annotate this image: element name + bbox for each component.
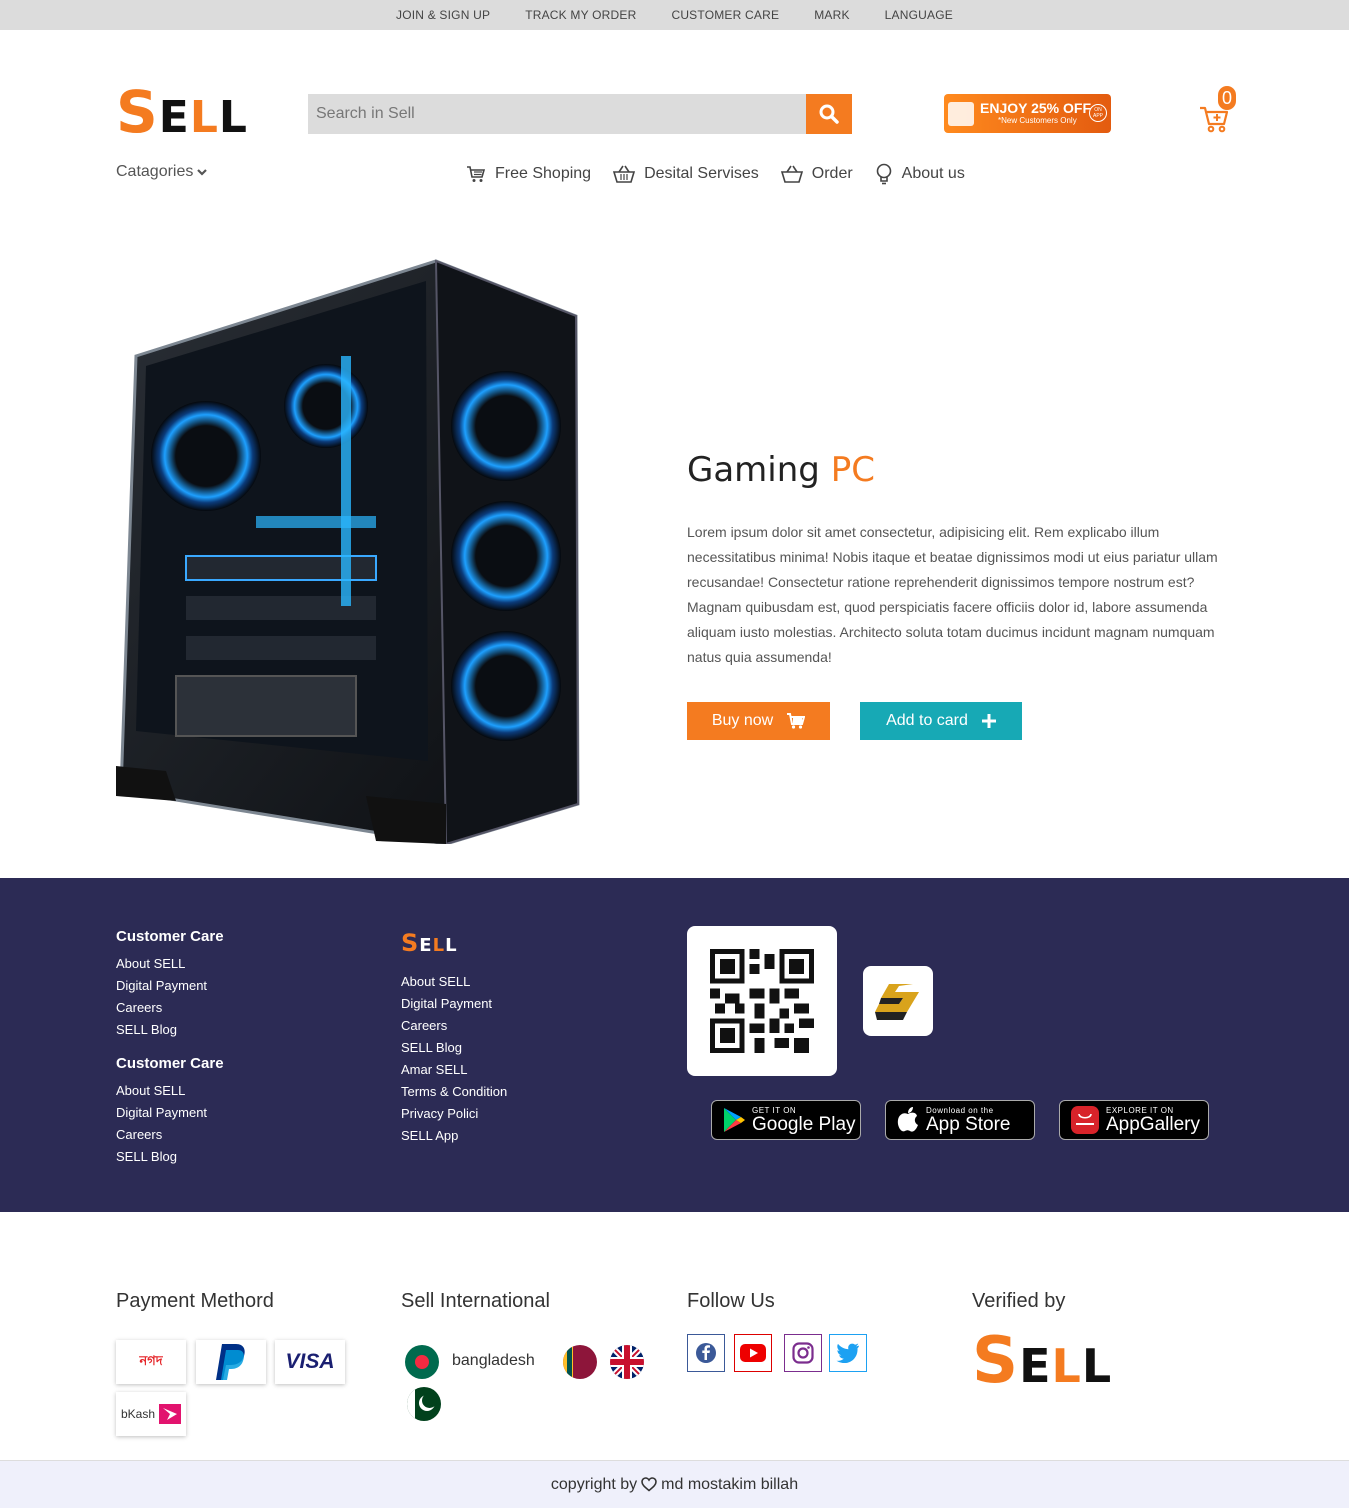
promo-banner[interactable]: ENJOY 25% OFF *New Customers Only ON APP bbox=[944, 94, 1111, 133]
apple-icon bbox=[897, 1107, 918, 1132]
copyright-author: md mostakim billah bbox=[661, 1475, 799, 1493]
footer-col-customer-care: Customer Care About SELL Digital Payment… bbox=[116, 928, 224, 1168]
footer-link[interactable]: Careers bbox=[116, 997, 224, 1019]
chevron-down-icon bbox=[197, 169, 208, 176]
sell-app-icon[interactable] bbox=[863, 966, 933, 1036]
visa-logo: VISA bbox=[275, 1340, 345, 1384]
search-icon bbox=[819, 104, 839, 124]
cart-button[interactable]: 0 bbox=[1198, 86, 1238, 134]
categories-label: Catagories bbox=[116, 163, 194, 180]
footer-heading: Customer Care bbox=[116, 928, 224, 945]
verified-logo: SELL bbox=[972, 1324, 1113, 1398]
footer-link[interactable]: Digital Payment bbox=[116, 1102, 224, 1124]
facebook-icon bbox=[696, 1343, 716, 1363]
qr-code bbox=[687, 926, 837, 1076]
youtube-icon bbox=[740, 1344, 766, 1362]
product-description: Lorem ipsum dolor sit amet consectetur, … bbox=[687, 524, 1218, 665]
join-signup-link[interactable]: JOIN & SIGN UP bbox=[396, 8, 490, 22]
instagram-button[interactable] bbox=[784, 1334, 822, 1372]
footer-link[interactable]: SELL Blog bbox=[116, 1146, 224, 1168]
follow-us: Follow Us bbox=[687, 1290, 775, 1331]
footer: Customer Care About SELL Digital Payment… bbox=[0, 878, 1349, 1212]
footer-link[interactable]: About SELL bbox=[116, 953, 224, 975]
footer-link[interactable]: Amar SELL bbox=[401, 1059, 507, 1081]
footer-link[interactable]: SELL App bbox=[401, 1125, 507, 1147]
product-section: Gaming PC Lorem ipsum dolor sit amet con… bbox=[0, 180, 1349, 878]
site-logo[interactable]: SELL bbox=[116, 82, 248, 148]
s-logo-icon bbox=[875, 984, 919, 1020]
track-order-link[interactable]: TRACK MY ORDER bbox=[525, 8, 636, 22]
international-heading: Sell International bbox=[401, 1290, 550, 1312]
footer-logo[interactable]: SELL bbox=[401, 930, 507, 959]
footer-link[interactable]: Terms & Condition bbox=[401, 1081, 507, 1103]
customer-care-link[interactable]: CUSTOMER CARE bbox=[671, 8, 779, 22]
follow-heading: Follow Us bbox=[687, 1290, 775, 1312]
add-to-cart-button[interactable]: Add to card bbox=[860, 702, 1022, 740]
promo-tag-icon bbox=[948, 102, 974, 126]
google-play-icon bbox=[724, 1108, 745, 1132]
bkash-bird-icon bbox=[159, 1404, 182, 1424]
search-input[interactable] bbox=[308, 94, 806, 134]
search-button[interactable] bbox=[806, 94, 852, 134]
huawei-icon bbox=[1071, 1106, 1099, 1134]
app-gallery-button[interactable]: EXPLORE IT ON AppGallery bbox=[1059, 1100, 1209, 1140]
uk-flag-icon[interactable] bbox=[610, 1345, 644, 1379]
footer-link[interactable]: Careers bbox=[116, 1124, 224, 1146]
copyright-bar: copyright by md mostakim billah bbox=[0, 1460, 1349, 1508]
footer-link[interactable]: About SELL bbox=[116, 1080, 224, 1102]
copyright-prefix: copyright by bbox=[550, 1475, 638, 1493]
footer-link[interactable]: Careers bbox=[401, 1015, 507, 1037]
plus-icon bbox=[981, 714, 996, 728]
gaming-pc-image bbox=[116, 259, 580, 844]
categories-dropdown[interactable]: Catagories bbox=[116, 163, 208, 181]
verified-heading: Verified by bbox=[972, 1290, 1066, 1312]
nagad-logo: নগদ bbox=[116, 1340, 186, 1384]
sri-lanka-flag-icon[interactable] bbox=[563, 1345, 597, 1379]
cart-icon bbox=[787, 713, 806, 729]
footer-col-sell: SELL About SELL Digital Payment Careers … bbox=[401, 930, 507, 1147]
footer-link[interactable]: Digital Payment bbox=[401, 993, 507, 1015]
instagram-icon bbox=[792, 1342, 814, 1364]
payment-heading: Payment Methord bbox=[116, 1290, 274, 1312]
footer-link[interactable]: SELL Blog bbox=[401, 1037, 507, 1059]
heart-icon bbox=[641, 1477, 657, 1492]
buy-now-button[interactable]: Buy now bbox=[687, 702, 830, 740]
store-big-text: AppGallery bbox=[1106, 1113, 1200, 1135]
youtube-button[interactable] bbox=[734, 1334, 772, 1372]
facebook-button[interactable] bbox=[687, 1334, 725, 1372]
search-bar bbox=[308, 94, 852, 134]
broken-image-bangladesh: bangladesh bbox=[452, 1352, 535, 1369]
footer-link[interactable]: Privacy Polici bbox=[401, 1103, 507, 1125]
product-title: Gaming PC bbox=[687, 450, 875, 490]
paypal-logo bbox=[196, 1340, 266, 1384]
footer-link[interactable]: Digital Payment bbox=[116, 975, 224, 997]
footer-link[interactable]: SELL Blog bbox=[116, 1019, 224, 1041]
language-link[interactable]: LANGUAGE bbox=[885, 8, 953, 22]
footer-heading: Customer Care bbox=[116, 1055, 224, 1072]
product-title-main: Gaming bbox=[687, 450, 820, 490]
app-store-button[interactable]: Download on the App Store bbox=[885, 1100, 1035, 1140]
header: SELL ENJOY 25% OFF *New Customers Only O… bbox=[0, 30, 1349, 185]
pakistan-flag-icon[interactable] bbox=[407, 1387, 441, 1421]
mark-link[interactable]: MARK bbox=[814, 8, 849, 22]
product-title-accent: PC bbox=[830, 450, 875, 490]
store-big-text: Google Play bbox=[752, 1113, 856, 1135]
cart-count-badge: 0 bbox=[1218, 86, 1236, 110]
bangladesh-flag-icon[interactable] bbox=[405, 1345, 439, 1379]
qr-code-icon bbox=[710, 949, 814, 1053]
twitter-icon bbox=[836, 1343, 859, 1363]
payment-methods: Payment Methord bbox=[116, 1290, 274, 1331]
add-to-cart-label: Add to card bbox=[886, 712, 968, 729]
twitter-button[interactable] bbox=[829, 1334, 867, 1372]
buy-now-label: Buy now bbox=[711, 712, 774, 729]
paypal-icon bbox=[216, 1344, 245, 1380]
promo-badge: ON APP bbox=[1089, 104, 1107, 122]
google-play-button[interactable]: GET IT ON Google Play bbox=[711, 1100, 861, 1140]
top-bar: JOIN & SIGN UP TRACK MY ORDER CUSTOMER C… bbox=[0, 0, 1349, 30]
footer-link[interactable]: About SELL bbox=[401, 971, 507, 993]
bkash-logo: bKash bbox=[116, 1392, 186, 1436]
store-big-text: App Store bbox=[926, 1113, 1011, 1135]
sell-international: Sell International bbox=[401, 1290, 550, 1331]
